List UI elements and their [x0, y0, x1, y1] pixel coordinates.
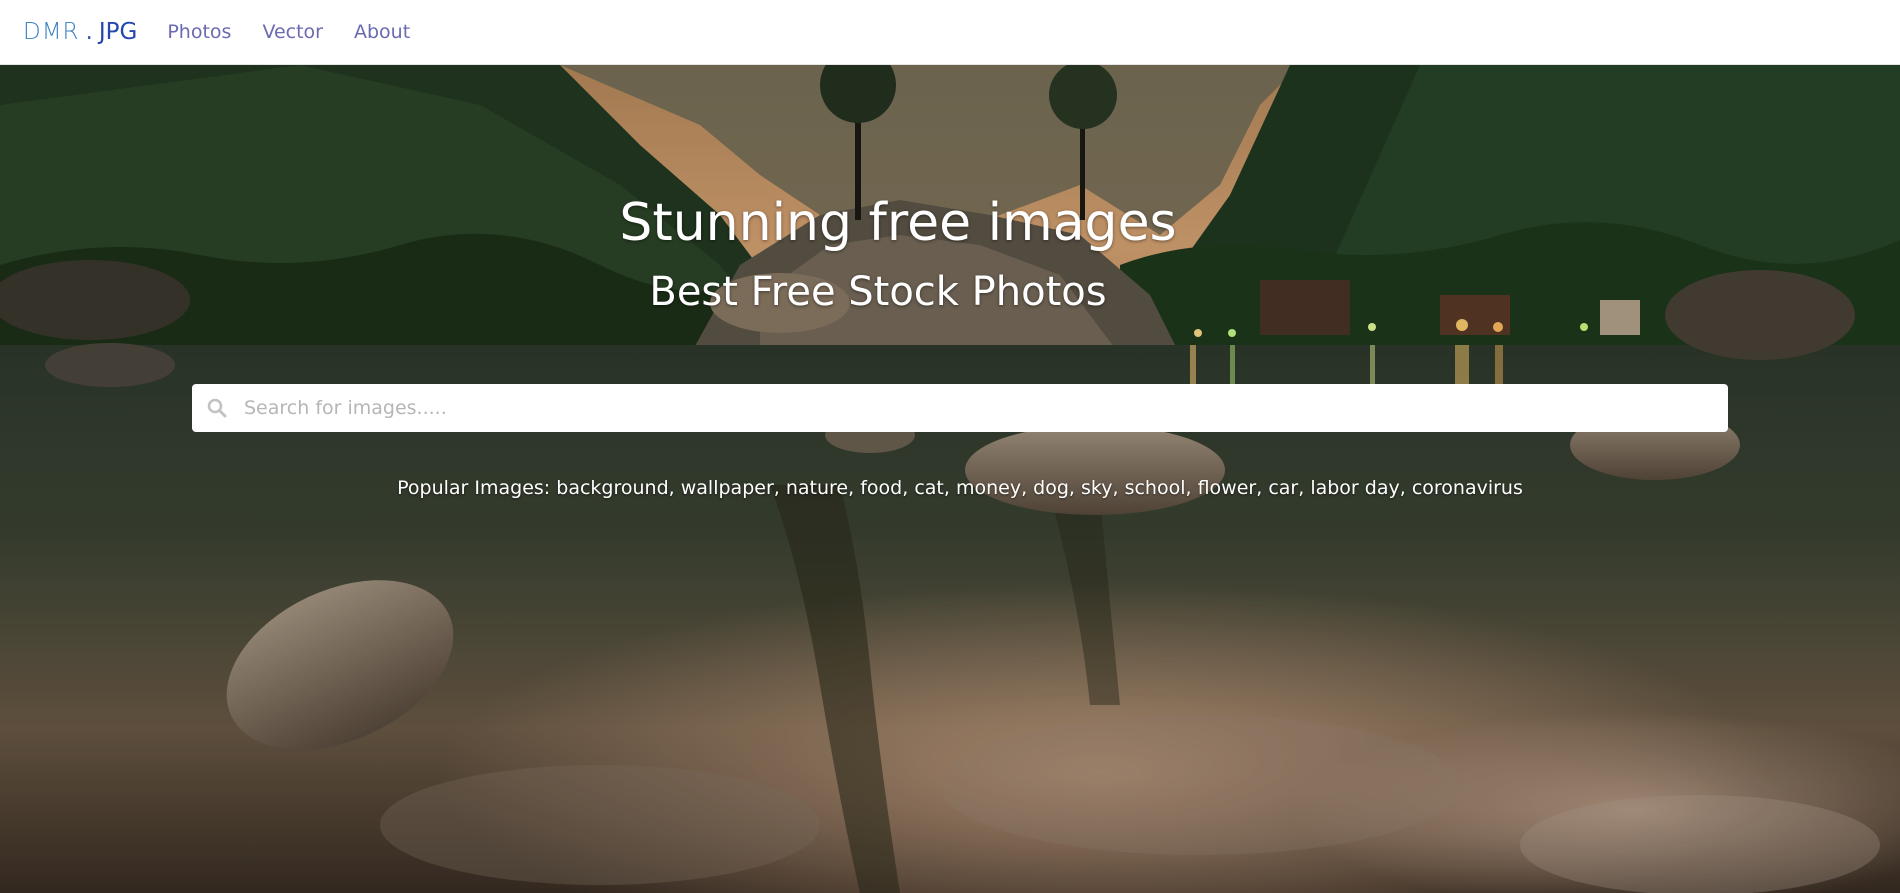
popular-tag-labor-day[interactable]: labor day — [1310, 477, 1399, 499]
hero-subtitle: Best Free Stock Photos — [649, 269, 1107, 315]
popular-tag-car[interactable]: car — [1268, 477, 1298, 499]
popular-tag-school[interactable]: school — [1125, 477, 1186, 499]
popular-tag-sky[interactable]: sky — [1081, 477, 1112, 499]
popular-tag-money[interactable]: money — [956, 477, 1021, 499]
popular-tag-wallpaper[interactable]: wallpaper — [681, 477, 774, 499]
popular-tag-coronavirus[interactable]: coronavirus — [1412, 477, 1523, 499]
search-icon[interactable] — [206, 397, 228, 419]
search-bar[interactable] — [192, 383, 1728, 433]
popular-images-label: Popular Images: — [397, 477, 551, 499]
popular-tag-food[interactable]: food — [860, 477, 902, 499]
nav-link-vector[interactable]: Vector — [262, 21, 323, 43]
top-navbar: DMR . JPG Photos Vector About — [0, 0, 1900, 65]
search-input[interactable] — [242, 383, 1728, 433]
logo-dot: . — [85, 19, 93, 45]
popular-tag-flower[interactable]: flower — [1198, 477, 1257, 499]
popular-tag-nature[interactable]: nature — [786, 477, 848, 499]
popular-tag-cat[interactable]: cat — [914, 477, 944, 499]
popular-tag-dog[interactable]: dog — [1033, 477, 1069, 499]
nav-link-about[interactable]: About — [354, 21, 410, 43]
hero-title: Stunning free images — [619, 193, 1177, 253]
logo-jpg: JPG — [98, 19, 138, 45]
hero-section: Stunning free images Best Free Stock Pho… — [0, 65, 1900, 893]
site-logo[interactable]: DMR . JPG — [23, 19, 137, 45]
nav-link-photos[interactable]: Photos — [167, 21, 231, 43]
popular-images: Popular Images: background, wallpaper, n… — [397, 477, 1523, 499]
popular-tag-background[interactable]: background — [556, 477, 668, 499]
logo-dmr: DMR — [23, 19, 80, 45]
